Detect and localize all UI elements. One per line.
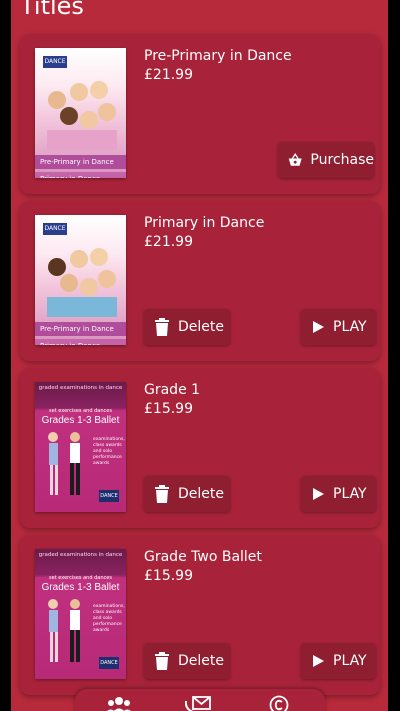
delete-button[interactable]: Delete [144,476,230,512]
cover-subtitle: set exercises and dances [49,575,112,581]
page-title: Titles [20,0,84,20]
play-icon [313,321,324,333]
cover-logo: DANCE [99,490,119,502]
cover-series: graded examinations in dance [38,552,123,558]
play-button[interactable]: PLAY [301,643,376,679]
bottom-nav [75,689,325,711]
cover-description: examinations, class awards and solo perf… [93,604,125,633]
cover-series: graded examinations in dance [38,385,123,391]
delete-button[interactable]: Delete [144,309,230,345]
title-card: graded examinations in dance set exercis… [20,535,380,695]
delete-label: Delete [178,486,224,502]
cover-description: examinations, class awards and solo perf… [93,437,125,466]
cover-image: graded examinations in dance set exercis… [35,549,126,679]
item-title: Primary in Dance [144,215,265,231]
cover-logo: DANCE [43,223,67,235]
delete-button[interactable]: Delete [144,643,230,679]
cover-band-subtitle: Primary in Dance [35,339,126,345]
play-button[interactable]: PLAY [301,309,376,345]
cover-logo: DANCE [99,657,119,669]
cover-band-subtitle: Primary in Dance [35,172,126,178]
play-icon [313,488,324,500]
item-price: £21.99 [144,234,193,250]
cover-image: DANCE Pre-Primary in Dance Primary in Da… [35,48,126,178]
item-price: £21.99 [144,67,193,83]
trash-icon [155,652,169,670]
cover-title: Grades 1-3 Ballet [41,415,120,426]
play-icon [313,655,324,667]
play-label: PLAY [333,319,367,335]
cover-title: Grades 1-3 Ballet [41,582,120,593]
cover-image: DANCE Pre-Primary in Dance Primary in Da… [35,215,126,345]
item-title: Grade Two Ballet [144,549,262,565]
purchase-button[interactable]: Purchase [278,142,374,178]
cover-band-title: Pre-Primary in Dance [35,322,126,336]
delete-label: Delete [178,319,224,335]
cover-subtitle: set exercises and dances [49,408,112,414]
app-screen: Titles DANCE Pre-Primary in Dance Primar… [11,0,388,711]
trash-icon [155,318,169,336]
play-button[interactable]: PLAY [301,476,376,512]
cover-logo: DANCE [43,56,67,68]
children-photo [47,81,117,150]
item-price: £15.99 [144,401,193,417]
purchase-label: Purchase [310,152,374,168]
copyright-icon[interactable] [269,695,289,711]
dancers-photo [48,432,80,495]
item-title: Grade 1 [144,382,201,398]
delete-label: Delete [178,653,224,669]
basket-icon [288,153,302,166]
play-label: PLAY [333,653,367,669]
title-card: DANCE Pre-Primary in Dance Primary in Da… [20,201,380,361]
cover-band-title: Pre-Primary in Dance [35,155,126,169]
users-icon[interactable] [105,695,133,711]
trash-icon [155,485,169,503]
play-label: PLAY [333,486,367,502]
item-price: £15.99 [144,568,193,584]
title-card: graded examinations in dance set exercis… [20,368,380,528]
item-title: Pre-Primary in Dance [144,48,292,64]
dancers-photo [48,599,80,662]
contact-icon[interactable] [185,695,211,711]
children-photo [47,248,117,317]
title-card: DANCE Pre-Primary in Dance Primary in Da… [20,34,380,194]
cover-image: graded examinations in dance set exercis… [35,382,126,512]
